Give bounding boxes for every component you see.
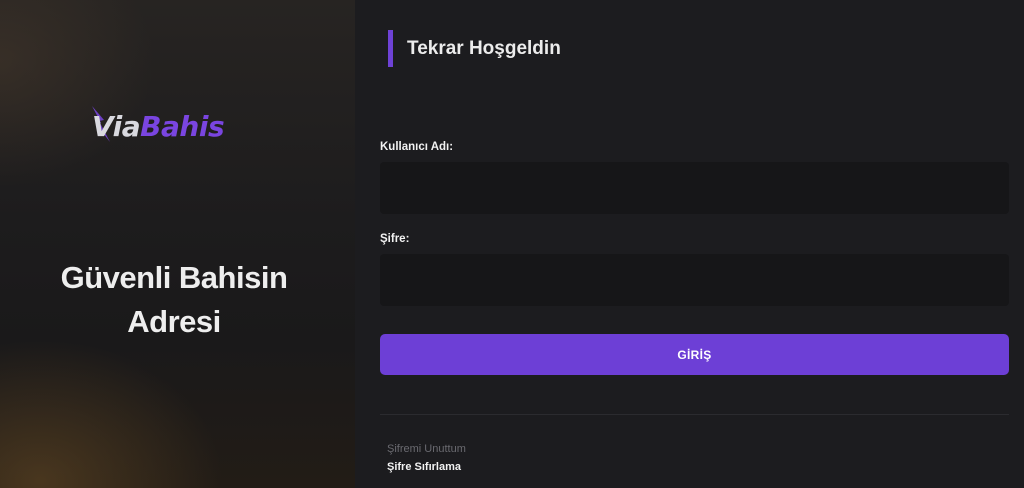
logo-text: ViaBahis [92,110,225,143]
slogan-line-1: Güvenli Bahisin [60,260,288,295]
login-button[interactable]: GİRİŞ [380,334,1009,375]
form-header: Tekrar Hoşgeldin [388,30,561,67]
brand-logo[interactable]: ViaBahis [92,106,262,152]
slogan-line-2: Adresi [127,304,221,339]
logo-bahis: Bahis [140,110,225,143]
brand-panel: ViaBahis Güvenli Bahisin Adresi [0,0,355,488]
username-input[interactable] [380,162,1009,214]
forgot-password-text: Şifremi Unuttum [387,443,466,455]
brand-slogan: Güvenli Bahisin Adresi [0,256,348,344]
reset-password-link[interactable]: Şifre Sıfırlama [387,461,461,473]
login-form-panel: Tekrar Hoşgeldin Kullanıcı Adı: Şifre: G… [355,0,1024,488]
password-label: Şifre: [380,233,410,245]
title-accent-bar [388,30,393,67]
login-page: ViaBahis Güvenli Bahisin Adresi Tekrar H… [0,0,1024,488]
page-title: Tekrar Hoşgeldin [407,37,561,59]
logo-via: Via [92,110,141,143]
password-input[interactable] [380,254,1009,306]
username-label: Kullanıcı Adı: [380,141,454,153]
form-divider [380,414,1009,415]
